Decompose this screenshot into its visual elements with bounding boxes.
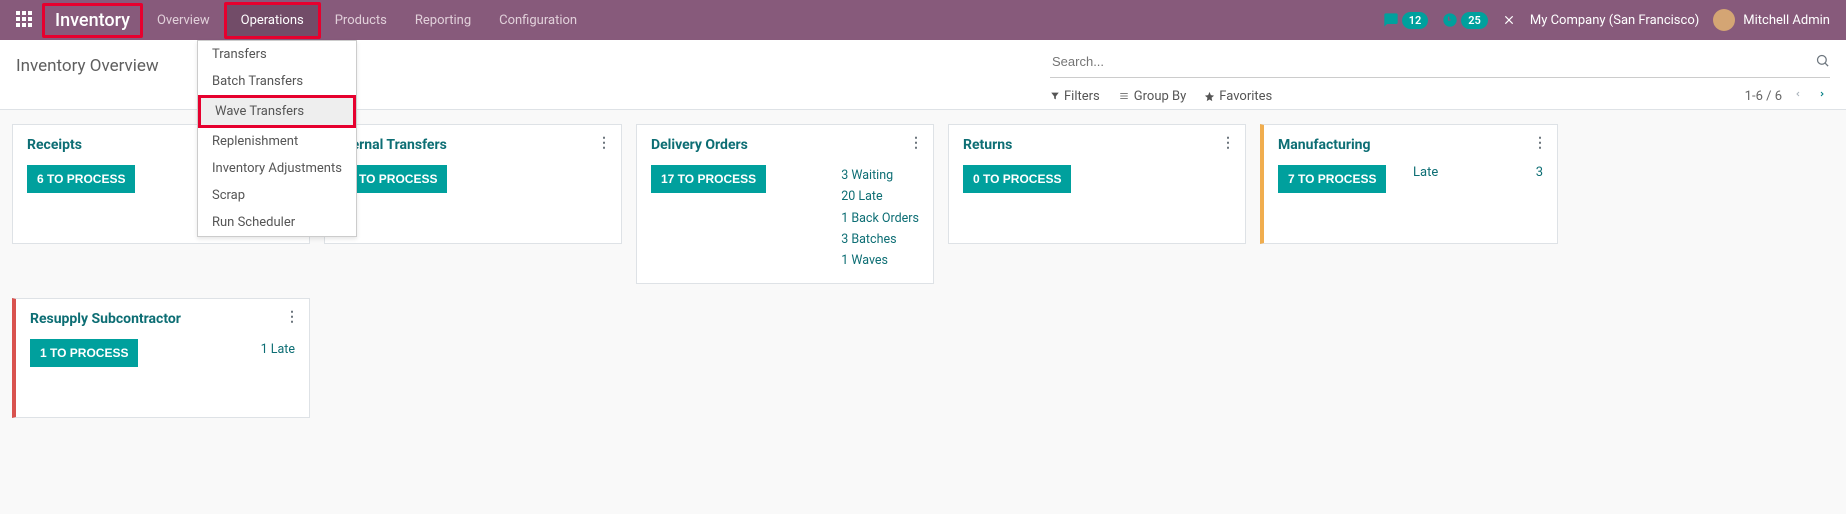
search-area: Filters Group By Favorites 1-6 / 6 bbox=[1050, 50, 1830, 106]
main-navbar: Inventory Overview Operations Products R… bbox=[0, 0, 1846, 40]
messages-count: 12 bbox=[1402, 12, 1429, 29]
user-name: Mitchell Admin bbox=[1743, 13, 1830, 28]
nav-products[interactable]: Products bbox=[321, 2, 401, 39]
card-manufacturing[interactable]: ⋮ Manufacturing 7 TO PROCESS Late 3 bbox=[1260, 124, 1558, 244]
list-icon bbox=[1118, 91, 1130, 101]
pager-text: 1-6 / 6 bbox=[1745, 89, 1782, 104]
operations-dropdown: Transfers Batch Transfers Wave Transfers… bbox=[197, 40, 357, 237]
chat-icon bbox=[1383, 12, 1399, 28]
stat-link[interactable]: Late bbox=[1413, 165, 1438, 180]
groupby-button[interactable]: Group By bbox=[1118, 89, 1187, 104]
card-internal-transfers[interactable]: ⋮ nternal Transfers 0 TO PROCESS bbox=[324, 124, 622, 244]
activities-button[interactable]: 25 bbox=[1442, 12, 1488, 29]
stat-link[interactable]: 3 Batches bbox=[841, 229, 919, 250]
funnel-icon bbox=[1050, 91, 1060, 101]
menu-replenishment[interactable]: Replenishment bbox=[198, 128, 356, 155]
brand-link[interactable]: Inventory bbox=[42, 3, 143, 38]
card-menu-icon[interactable]: ⋮ bbox=[285, 309, 299, 325]
clock-icon bbox=[1442, 12, 1458, 28]
menu-inventory-adjustments[interactable]: Inventory Adjustments bbox=[198, 155, 356, 182]
pager: 1-6 / 6 bbox=[1745, 86, 1830, 106]
card-stats: Late 3 bbox=[1413, 165, 1543, 180]
nav-overview[interactable]: Overview bbox=[143, 2, 224, 39]
search-button[interactable] bbox=[1815, 53, 1830, 71]
star-icon bbox=[1204, 91, 1215, 102]
process-button[interactable]: 6 TO PROCESS bbox=[27, 165, 135, 193]
messages-button[interactable]: 12 bbox=[1383, 12, 1429, 29]
search-icon bbox=[1815, 53, 1830, 68]
menu-scrap[interactable]: Scrap bbox=[198, 182, 356, 209]
card-returns[interactable]: ⋮ Returns 0 TO PROCESS bbox=[948, 124, 1246, 244]
process-button[interactable]: 1 TO PROCESS bbox=[30, 339, 138, 367]
activities-count: 25 bbox=[1461, 12, 1488, 29]
card-title: nternal Transfers bbox=[339, 137, 607, 153]
card-menu-icon[interactable]: ⋮ bbox=[1533, 135, 1547, 151]
pager-prev[interactable] bbox=[1790, 86, 1806, 106]
nav-operations[interactable]: Operations bbox=[224, 2, 321, 39]
card-resupply-subcontractor[interactable]: ⋮ Resupply Subcontractor 1 TO PROCESS 1 … bbox=[12, 298, 310, 418]
chevron-left-icon bbox=[1794, 88, 1802, 100]
card-stats: 1 Late bbox=[261, 339, 295, 360]
process-button[interactable]: 7 TO PROCESS bbox=[1278, 165, 1386, 193]
apps-icon[interactable] bbox=[16, 11, 34, 29]
process-button[interactable]: 0 TO PROCESS bbox=[963, 165, 1071, 193]
card-title: Returns bbox=[963, 137, 1231, 153]
filters-button[interactable]: Filters bbox=[1050, 89, 1100, 104]
menu-run-scheduler[interactable]: Run Scheduler bbox=[198, 209, 356, 236]
page-title: Inventory Overview bbox=[16, 50, 159, 76]
card-title: Manufacturing bbox=[1278, 137, 1543, 153]
card-menu-icon[interactable]: ⋮ bbox=[909, 135, 923, 151]
avatar bbox=[1713, 9, 1735, 31]
card-menu-icon[interactable]: ⋮ bbox=[597, 135, 611, 151]
pager-next[interactable] bbox=[1814, 86, 1830, 106]
menu-transfers[interactable]: Transfers bbox=[198, 41, 356, 68]
nav-right: 12 25 My Company (San Francisco) Mitchel… bbox=[1383, 9, 1830, 31]
card-delivery-orders[interactable]: ⋮ Delivery Orders 17 TO PROCESS 3 Waitin… bbox=[636, 124, 934, 284]
card-menu-icon[interactable]: ⋮ bbox=[1221, 135, 1235, 151]
card-title: Delivery Orders bbox=[651, 137, 919, 153]
menu-wave-transfers[interactable]: Wave Transfers bbox=[198, 95, 356, 128]
close-icon[interactable] bbox=[1502, 13, 1516, 27]
card-stats: 3 Waiting 20 Late 1 Back Orders 3 Batche… bbox=[841, 165, 919, 271]
stat-link[interactable]: 1 Waves bbox=[841, 250, 919, 271]
card-title: Resupply Subcontractor bbox=[30, 311, 295, 327]
company-selector[interactable]: My Company (San Francisco) bbox=[1530, 13, 1699, 28]
chevron-right-icon bbox=[1818, 88, 1826, 100]
stat-count: 3 bbox=[1536, 165, 1543, 180]
process-button[interactable]: 17 TO PROCESS bbox=[651, 165, 766, 193]
stat-link[interactable]: 3 Waiting bbox=[841, 165, 919, 186]
nav-reporting[interactable]: Reporting bbox=[401, 2, 485, 39]
stat-link[interactable]: 1 Late bbox=[261, 339, 295, 360]
favorites-button[interactable]: Favorites bbox=[1204, 89, 1272, 104]
stat-link[interactable]: 20 Late bbox=[841, 186, 919, 207]
user-menu[interactable]: Mitchell Admin bbox=[1713, 9, 1830, 31]
menu-batch-transfers[interactable]: Batch Transfers bbox=[198, 68, 356, 95]
stat-link[interactable]: 1 Back Orders bbox=[841, 208, 919, 229]
search-input[interactable] bbox=[1050, 50, 1815, 73]
nav-configuration[interactable]: Configuration bbox=[485, 2, 591, 39]
